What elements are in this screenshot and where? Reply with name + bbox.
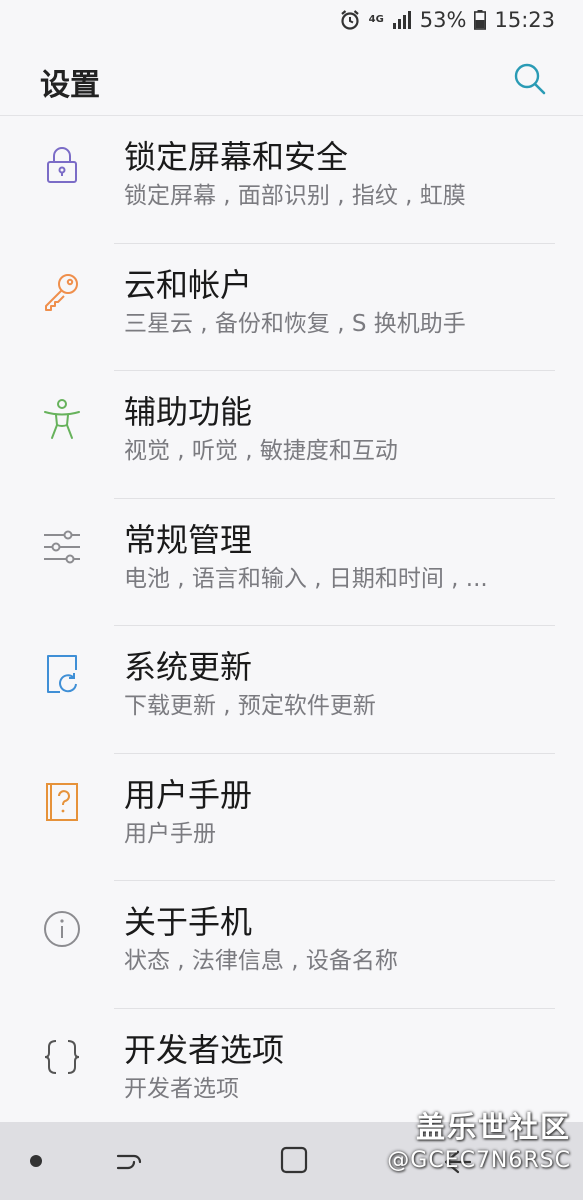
item-subtitle: 用户手册 (124, 820, 216, 847)
item-title: 用户手册 (124, 775, 253, 814)
watermark-title: 盖乐世社区 (415, 1110, 571, 1144)
search-button[interactable] (513, 62, 547, 96)
alarm-icon (339, 9, 361, 31)
recent-apps-icon (116, 1154, 142, 1170)
recent-apps-button[interactable] (112, 1142, 148, 1178)
item-subtitle: 锁定屏幕 , 面部识别 , 指纹 , 虹膜 (124, 183, 466, 209)
settings-item-about-phone[interactable]: 关于手机 状态 , 法律信息 , 设备名称 (0, 881, 583, 1009)
network-4g-icon: 4G (369, 15, 384, 25)
item-subtitle: 下载更新 , 预定软件更新 (124, 693, 376, 719)
settings-item-accessibility[interactable]: 辅助功能 视觉 , 听觉 , 敏捷度和互动 (0, 371, 583, 499)
item-subtitle: 电池 , 语言和输入 , 日期和时间 , ... (124, 565, 488, 592)
item-title: 开发者选项 (124, 1030, 285, 1069)
lock-icon (40, 142, 84, 186)
settings-item-system-update[interactable]: 系统更新 下载更新 , 预定软件更新 (0, 626, 583, 754)
item-title: 关于手机 (124, 903, 253, 941)
home-icon (280, 1146, 308, 1174)
item-subtitle: 开发者选项 (124, 1075, 239, 1102)
battery-percent: 53% (419, 8, 467, 32)
item-title: 常规管理 (124, 520, 253, 559)
settings-item-lock-screen-security[interactable]: 锁定屏幕和安全 锁定屏幕 , 面部识别 , 指纹 , 虹膜 (0, 116, 583, 244)
clock: 15:23 (494, 8, 555, 32)
item-subtitle: 视觉 , 听觉 , 敏捷度和互动 (124, 438, 398, 464)
page-title: 设置 (40, 68, 100, 103)
network-label: 4G (368, 14, 384, 25)
settings-item-user-manual[interactable]: 用户手册 用户手册 (0, 754, 583, 881)
watermark-handle: @GCEC7N6RSC (387, 1148, 571, 1173)
system-update-icon (40, 652, 84, 696)
info-icon (40, 907, 84, 951)
app-header: 设置 (0, 40, 583, 116)
user-manual-icon (40, 780, 84, 824)
accessibility-icon (40, 397, 84, 441)
item-title: 辅助功能 (124, 393, 253, 431)
item-subtitle: 状态 , 法律信息 , 设备名称 (124, 948, 398, 974)
developer-braces-icon (40, 1035, 84, 1079)
item-title: 云和帐户 (124, 265, 253, 304)
battery-icon (474, 10, 487, 30)
settings-list: 锁定屏幕和安全 锁定屏幕 , 面部识别 , 指纹 , 虹膜 云和帐户 三星云 ,… (0, 116, 583, 1136)
settings-item-general-management[interactable]: 常规管理 电池 , 语言和输入 , 日期和时间 , ... (0, 499, 583, 626)
status-bar: 4G 53% 15:23 (0, 0, 583, 40)
sliders-icon (40, 525, 84, 569)
signal-icon (392, 11, 412, 29)
item-title: 系统更新 (124, 648, 253, 686)
home-button[interactable] (276, 1142, 312, 1178)
item-title: 锁定屏幕和安全 (124, 138, 349, 176)
item-subtitle: 三星云 , 备份和恢复 , S 换机助手 (124, 310, 466, 337)
search-icon (514, 63, 546, 95)
nav-dot-icon[interactable] (30, 1155, 42, 1167)
settings-item-cloud-accounts[interactable]: 云和帐户 三星云 , 备份和恢复 , S 换机助手 (0, 244, 583, 371)
key-icon (40, 270, 84, 314)
